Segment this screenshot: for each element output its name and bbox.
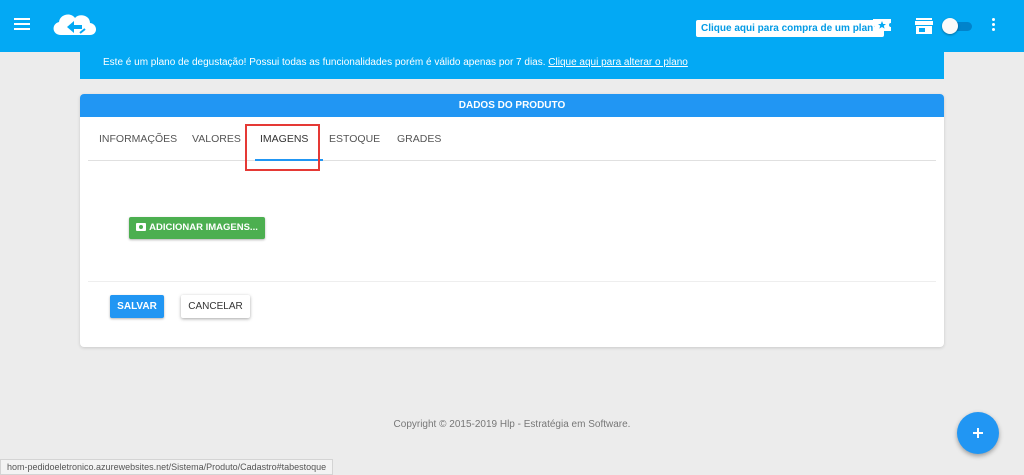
form-divider (88, 281, 936, 282)
tab-grades[interactable]: GRADES (397, 117, 441, 161)
card-title: DADOS DO PRODUTO (80, 94, 944, 117)
tab-valores[interactable]: VALORES (192, 117, 241, 161)
product-tabs: INFORMAÇÕES VALORES IMAGENS ESTOQUE GRAD… (88, 117, 936, 161)
cloud-logo-icon[interactable] (47, 9, 103, 41)
trial-banner-text: Este é um plano de degustação! Possui to… (103, 57, 546, 68)
ticket-star-icon[interactable] (872, 17, 892, 33)
store-icon[interactable] (914, 17, 934, 35)
add-fab-button[interactable] (957, 412, 999, 454)
hamburger-menu-icon[interactable] (14, 18, 30, 32)
photo-camera-icon (136, 223, 147, 231)
tab-estoque[interactable]: ESTOQUE (329, 117, 380, 161)
copyright-footer: Copyright © 2015-2019 Hlp - Estratégia e… (393, 419, 631, 430)
status-bar-url: hom-pedidoeletronico.azurewebsites.net/S… (0, 459, 334, 475)
more-vert-icon[interactable] (990, 18, 996, 34)
top-app-bar: Clique aqui para compra de um plano (0, 0, 1024, 52)
buy-plan-button[interactable]: Clique aqui para compra de um plano (696, 20, 885, 37)
theme-toggle-switch[interactable] (942, 18, 972, 34)
cancel-button[interactable]: CANCELAR (181, 295, 250, 318)
add-images-label: ADICIONAR IMAGENS... (149, 222, 258, 233)
tab-highlight-box (245, 124, 320, 171)
change-plan-link[interactable]: Clique aqui para alterar o plano (548, 57, 688, 68)
tab-informacoes[interactable]: INFORMAÇÕES (99, 117, 177, 161)
add-images-button[interactable]: ADICIONAR IMAGENS... (129, 217, 265, 239)
product-data-card: DADOS DO PRODUTO INFORMAÇÕES VALORES IMA… (80, 94, 944, 347)
save-button[interactable]: SALVAR (110, 295, 164, 318)
trial-banner: Este é um plano de degustação! Possui to… (80, 52, 944, 79)
